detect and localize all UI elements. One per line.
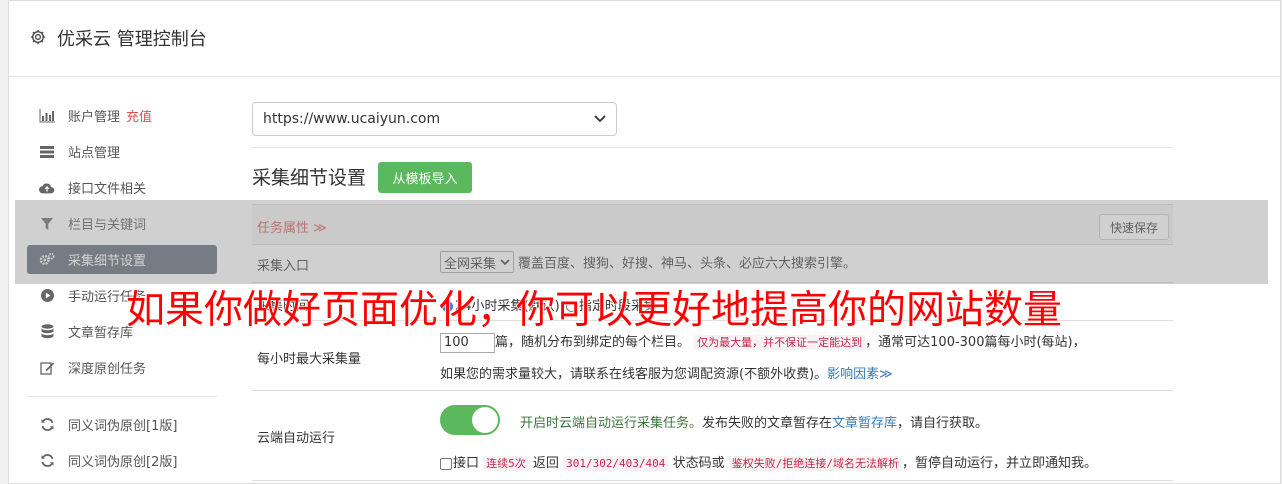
- row-value: 开启时云端自动运行采集任务。发布失败的文章暂存在文章暂存库，请自行获取。: [520, 412, 988, 431]
- sidebar-item-label: 文章暂存库: [68, 326, 134, 341]
- row-text: ，暂停自动运行，并立即通知我。: [901, 456, 1097, 471]
- bar-chart-icon: [39, 108, 55, 124]
- row-text: 如果您的需求量较大，请联系在线客服为您调配资源(不额外收费)。: [440, 367, 828, 382]
- sidebar-item-collect-settings[interactable]: 采集细节设置: [27, 245, 217, 274]
- checkbox-label: 接口: [453, 456, 480, 471]
- gears-icon: [39, 252, 55, 268]
- sidebar-item-label: 账户管理: [68, 110, 121, 125]
- sidebar-item-interface[interactable]: 接口文件相关: [27, 173, 217, 202]
- factors-link[interactable]: 影响因素: [827, 367, 879, 382]
- row-text: 状态码或: [672, 456, 725, 471]
- sidebar-item-label: 站点管理: [68, 146, 121, 161]
- code-label: 鉴权失败/拒绝连接/域名无法解析: [728, 456, 902, 471]
- row-label: 云端自动运行: [257, 431, 336, 446]
- header: 优采云 管理控制台: [9, 1, 1280, 77]
- row-text: ，请自行获取。: [897, 416, 989, 431]
- collect-entry-select-value: 全网采集: [444, 256, 497, 272]
- collect-entry-select[interactable]: 全网采集: [440, 251, 515, 273]
- row-value: 如果您的需求量较大，请联系在线客服为您调配资源(不额外收费)。影响因素≫: [440, 363, 893, 382]
- gear-icon: [30, 29, 46, 45]
- cloud-upload-icon: [39, 180, 55, 196]
- sidebar-item-label: 接口文件相关: [68, 182, 147, 197]
- refresh-icon: [39, 453, 55, 469]
- toggle-knob: [472, 407, 498, 433]
- table-row: 采集入口 全网采集 覆盖百度、搜狗、好搜、神马、头条、必应六大搜索引擎。: [252, 245, 1173, 283]
- refresh-icon: [39, 417, 55, 433]
- row-label: 采集入口: [257, 259, 310, 274]
- code-label: 仅为最大量，并不保证一定能达到: [694, 335, 866, 350]
- sidebar-item-deep-original[interactable]: 深度原创任务: [27, 353, 217, 382]
- sidebar-item-label: 同义词伪原创[2版]: [68, 455, 178, 470]
- code-label: 301/302/403/404: [563, 456, 669, 471]
- filter-icon: [39, 216, 55, 232]
- row-text: 篇，随机分布到绑定的每个栏目。: [495, 335, 691, 350]
- table-header: 任务属性 ≫ 快速保存: [252, 204, 1173, 245]
- site-select-value: https://www.ucaiyun.com: [263, 111, 441, 127]
- table-row: 云端自动运行 开启时云端自动运行采集任务。发布失败的文章暂存在文章暂存库，请自行…: [252, 391, 1173, 481]
- sidebar-divider: [27, 396, 217, 397]
- row-text: ，通常可达100-300篇每小时(每站)，: [865, 335, 1086, 350]
- server-icon: [39, 144, 55, 160]
- quick-save-button[interactable]: 快速保存: [1099, 214, 1169, 240]
- chevron-double-down-icon: ≫: [879, 367, 893, 382]
- row-value: 接口 连续5次 返回 301/302/403/404 状态码或 鉴权失败/拒绝连…: [440, 452, 1097, 471]
- code-label: 连续5次: [483, 456, 529, 471]
- sidebar-item-synonym-v1[interactable]: 同义词伪原创[1版]: [27, 410, 217, 439]
- database-icon: [39, 324, 55, 340]
- chevron-down-icon: [500, 258, 510, 265]
- sidebar-item-synonym-v2[interactable]: 同义词伪原创[2版]: [27, 446, 217, 475]
- watermark-caption: 如果你做好页面优化，你可以更好地提高你的网站数量: [125, 287, 1063, 333]
- page-title: 优采云 管理控制台: [57, 29, 207, 50]
- max-per-hour-input[interactable]: 100: [440, 332, 495, 353]
- sidebar-item-label: 同义词伪原创[1版]: [68, 419, 178, 434]
- play-icon: [39, 288, 55, 304]
- sidebar-item-columns-keywords[interactable]: 栏目与关键词: [27, 209, 217, 238]
- sidebar-item-label: 深度原创任务: [68, 362, 147, 377]
- section-title: 采集细节设置: [252, 167, 367, 189]
- sidebar-item-label: 采集细节设置: [68, 254, 147, 269]
- row-value: 全网采集 覆盖百度、搜狗、好搜、神马、头条、必应六大搜索引擎。: [440, 251, 856, 273]
- cloud-run-toggle[interactable]: [440, 405, 500, 435]
- row-label: 每小时最大采集量: [257, 352, 362, 367]
- sidebar-item-label: 栏目与关键词: [68, 218, 147, 233]
- divider: [252, 147, 1173, 148]
- task-props-toggle[interactable]: 任务属性 ≫: [257, 217, 327, 236]
- console-panel: 优采云 管理控制台 账户管理 充值 站点管理 接口文件相关 栏目与关键词 采集细…: [8, 0, 1281, 484]
- import-template-button[interactable]: 从模板导入: [378, 162, 472, 193]
- toggle-description: 开启时云端自动运行采集任务。: [520, 416, 703, 431]
- recharge-link[interactable]: 充值: [126, 106, 152, 125]
- article-store-link[interactable]: 文章暂存库: [832, 416, 897, 431]
- row-text: 返回: [532, 456, 559, 471]
- sidebar-item-account[interactable]: 账户管理 充值: [27, 101, 217, 130]
- edit-icon: [39, 360, 55, 376]
- pause-on-error-checkbox[interactable]: [440, 457, 452, 470]
- sidebar-item-sites[interactable]: 站点管理: [27, 137, 217, 166]
- chevron-down-icon: [594, 115, 606, 123]
- entry-description: 覆盖百度、搜狗、好搜、神马、头条、必应六大搜索引擎。: [518, 256, 857, 272]
- row-text: 发布失败的文章暂存在: [702, 416, 833, 431]
- site-select[interactable]: https://www.ucaiyun.com: [252, 102, 617, 136]
